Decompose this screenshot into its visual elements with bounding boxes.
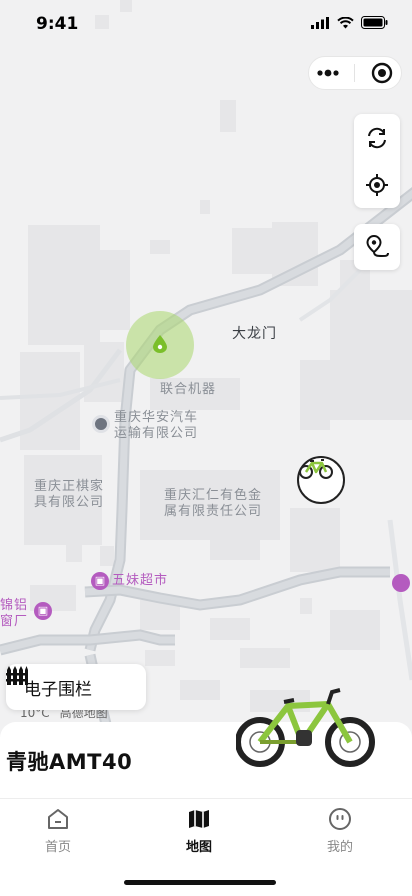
route-pin-icon — [366, 234, 389, 258]
map-icon — [189, 810, 209, 828]
vehicle-card[interactable]: 青驰AMT40 — [0, 688, 412, 802]
map-background — [0, 0, 412, 740]
map-label-huaan-line2: 运输有限公司 — [114, 426, 199, 441]
map-label-zhengqi-line1: 重庆正棋家 — [34, 479, 105, 494]
map-label-zhengqi-line2: 具有限公司 — [34, 495, 105, 510]
battery-icon — [361, 16, 388, 29]
status-icons — [311, 16, 388, 29]
profile-icon — [329, 808, 351, 830]
more-icon[interactable] — [317, 69, 339, 77]
locate-icon[interactable] — [365, 173, 389, 197]
tab-profile-label: 我的 — [326, 840, 353, 855]
miniprogram-capsule — [308, 56, 402, 90]
poi-edge-icon — [392, 574, 410, 592]
map-label-wumei: 五妹超市 — [112, 573, 169, 588]
shop-pin-icon: ▣ — [91, 572, 109, 590]
bike-location-marker[interactable] — [297, 456, 345, 504]
refresh-icon[interactable] — [365, 126, 389, 150]
poi-pin-icon — [92, 415, 110, 433]
capsule-divider — [354, 64, 356, 82]
tab-map[interactable]: 地图 — [159, 807, 239, 855]
map-label-huiren-line2: 属有限责任公司 — [164, 504, 263, 519]
factory-pin-icon: ▣ — [34, 602, 52, 620]
map-label-huaan-line1: 重庆华安汽车 — [114, 410, 199, 425]
signal-icon — [311, 16, 329, 29]
location-drop-icon — [153, 335, 167, 353]
tab-home-label: 首页 — [44, 840, 71, 855]
map-label-huiren-line1: 重庆汇仁有色金 — [164, 488, 263, 503]
vehicle-name: 青驰AMT40 — [6, 750, 133, 774]
home-icon — [48, 809, 68, 829]
map-label-lianhe: 联合机器 — [160, 382, 217, 397]
bicycle-icon — [299, 459, 333, 479]
map-label-jinlv-line2: 窗厂 — [0, 614, 29, 629]
fence-icon — [6, 666, 28, 685]
tab-profile[interactable]: 我的 — [300, 807, 380, 855]
map-view[interactable]: 大龙门 联合机器 重庆华安汽车 运输有限公司 重庆正棋家 具有限公司 重庆汇仁有… — [0, 0, 412, 740]
tab-home[interactable]: 首页 — [18, 807, 98, 855]
ebike-image — [236, 688, 375, 767]
route-track-button[interactable] — [354, 224, 400, 270]
electronic-fence-label: 电子围栏 — [24, 679, 92, 700]
status-time: 9:41 — [36, 14, 79, 34]
electronic-fence-button[interactable]: 电子围栏 — [6, 664, 146, 710]
map-tools-panel — [354, 114, 400, 208]
wifi-icon — [337, 16, 354, 28]
tab-map-label: 地图 — [185, 840, 212, 855]
close-target-icon[interactable] — [371, 62, 393, 84]
status-bar: 9:41 — [0, 0, 412, 50]
map-label-dalongmen: 大龙门 — [232, 326, 277, 342]
map-label-jinlv-line1: 锦铝 — [0, 598, 29, 613]
current-location-marker — [126, 311, 194, 379]
home-indicator — [124, 880, 276, 885]
